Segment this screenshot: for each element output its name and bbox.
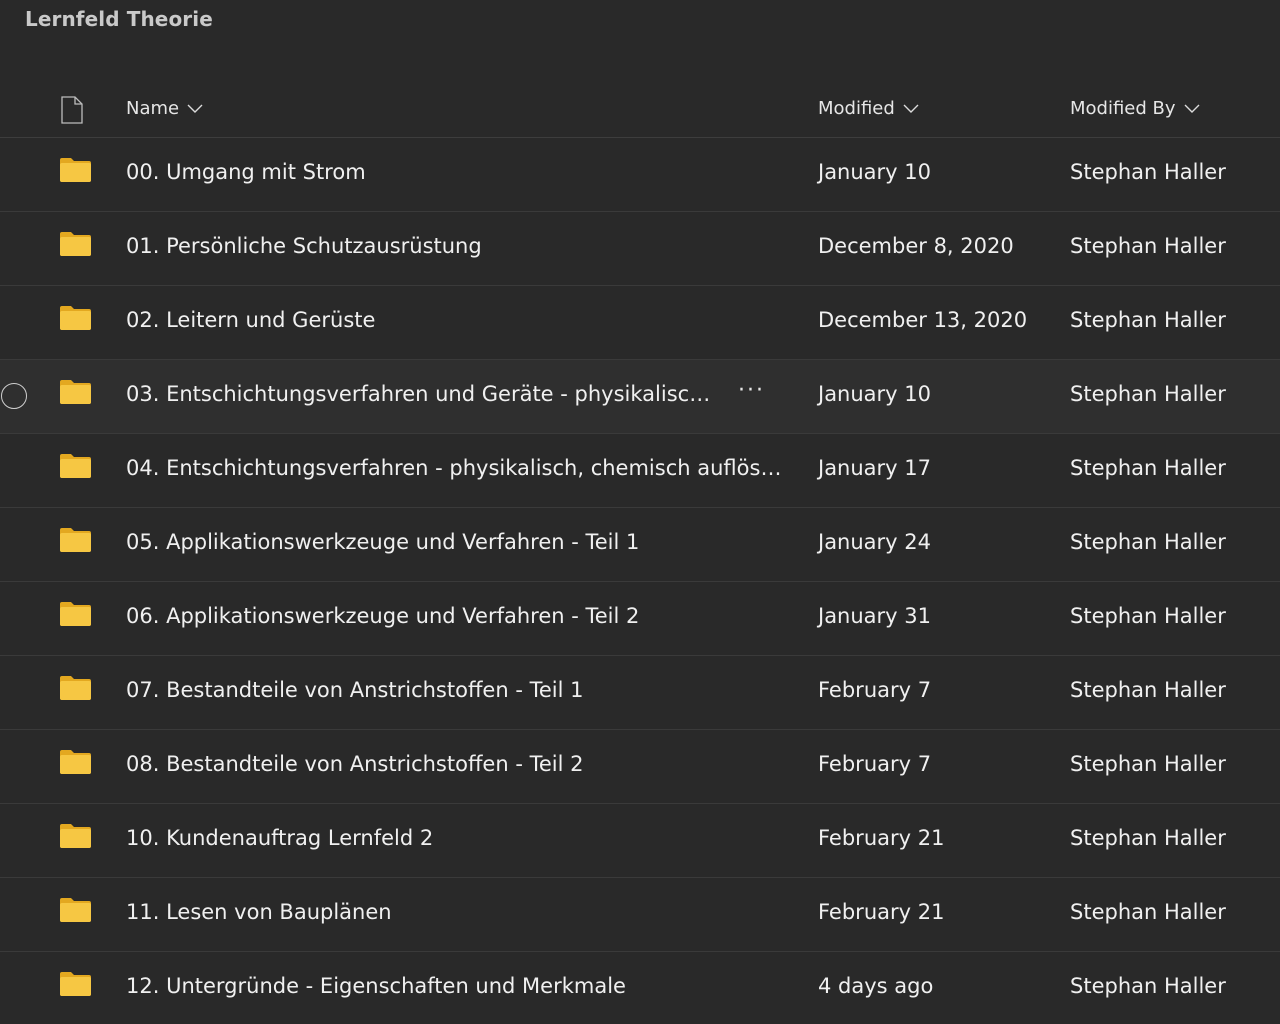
folder-icon [60,528,91,552]
file-list-page: Lernfeld Theorie Name Modified Modified … [0,0,1280,1024]
chevron-down-icon [1184,104,1200,113]
column-header-name-label: Name [126,98,180,119]
table-row[interactable]: 02. Leitern und Gerüste December 13, 202… [0,286,1280,360]
row-modified-by[interactable]: Stephan Haller [1070,678,1226,702]
row-modified-by[interactable]: Stephan Haller [1070,456,1226,480]
row-modified: December 13, 2020 [818,308,1028,332]
folder-icon [60,824,91,848]
file-list: 00. Umgang mit Strom January 10 Stephan … [0,138,1280,1024]
column-header-modified-by[interactable]: Modified By [1070,98,1200,119]
folder-icon [60,158,91,182]
folder-icon [60,380,91,404]
row-modified-by[interactable]: Stephan Haller [1070,234,1226,258]
table-row[interactable]: 12. Untergründe - Eigenschaften und Merk… [0,952,1280,1024]
table-row[interactable]: 11. Lesen von Bauplänen February 21 Step… [0,878,1280,952]
row-modified-by[interactable]: Stephan Haller [1070,900,1226,924]
row-modified-by[interactable]: Stephan Haller [1070,530,1226,554]
table-row[interactable]: 07. Bestandteile von Anstrichstoffen - T… [0,656,1280,730]
row-modified-by[interactable]: Stephan Haller [1070,604,1226,628]
row-modified-by[interactable]: Stephan Haller [1070,160,1226,184]
column-header-modified[interactable]: Modified [818,98,919,119]
table-row[interactable]: 01. Persönliche Schutzausrüstung Decembe… [0,212,1280,286]
table-row[interactable]: 03. Entschichtungsverfahren und Geräte -… [0,360,1280,434]
row-modified-by[interactable]: Stephan Haller [1070,826,1226,850]
row-modified-by[interactable]: Stephan Haller [1070,382,1226,406]
folder-icon [60,898,91,922]
row-name-link[interactable]: 04. Entschichtungsverfahren - physikalis… [126,456,786,480]
row-select-checkbox[interactable] [1,383,27,409]
column-header-modified-label: Modified [818,98,895,119]
row-modified: December 8, 2020 [818,234,1014,258]
row-name-link[interactable]: 01. Persönliche Schutzausrüstung [126,234,482,258]
row-name-link[interactable]: 05. Applikationswerkzeuge und Verfahren … [126,530,639,554]
table-row[interactable]: 06. Applikationswerkzeuge und Verfahren … [0,582,1280,656]
row-modified: January 31 [818,604,932,628]
folder-icon [60,972,91,996]
row-modified-by[interactable]: Stephan Haller [1070,308,1226,332]
row-modified: January 17 [818,456,932,480]
row-modified: February 7 [818,752,932,776]
row-name-link[interactable]: 00. Umgang mit Strom [126,160,366,184]
column-header-modified-by-label: Modified By [1070,98,1176,119]
row-name-link[interactable]: 06. Applikationswerkzeuge und Verfahren … [126,604,639,628]
row-name-link[interactable]: 03. Entschichtungsverfahren und Geräte -… [126,382,716,406]
row-name-link[interactable]: 10. Kundenauftrag Lernfeld 2 [126,826,433,850]
table-row[interactable]: 08. Bestandteile von Anstrichstoffen - T… [0,730,1280,804]
column-header-name[interactable]: Name [126,98,203,119]
folder-icon [60,750,91,774]
row-name-link[interactable]: 12. Untergründe - Eigenschaften und Merk… [126,974,626,998]
row-modified: January 24 [818,530,932,554]
row-modified: January 10 [818,382,932,406]
row-modified-by[interactable]: Stephan Haller [1070,752,1226,776]
row-modified: February 21 [818,826,945,850]
row-modified: February 7 [818,678,932,702]
row-name-link[interactable]: 08. Bestandteile von Anstrichstoffen - T… [126,752,583,776]
row-name-link[interactable]: 07. Bestandteile von Anstrichstoffen - T… [126,678,583,702]
table-row[interactable]: 10. Kundenauftrag Lernfeld 2 February 21… [0,804,1280,878]
folder-icon [60,232,91,256]
row-name-link[interactable]: 02. Leitern und Gerüste [126,308,375,332]
column-header-row: Name Modified Modified By [0,83,1280,138]
row-modified: February 21 [818,900,945,924]
table-row[interactable]: 04. Entschichtungsverfahren - physikalis… [0,434,1280,508]
page-title: Lernfeld Theorie [25,7,213,31]
row-name-link[interactable]: 11. Lesen von Bauplänen [126,900,392,924]
more-actions-button[interactable]: ··· [738,378,765,403]
folder-icon [60,454,91,478]
folder-icon [60,306,91,330]
row-modified: 4 days ago [818,974,934,998]
row-modified: January 10 [818,160,932,184]
folder-icon [60,676,91,700]
table-row[interactable]: 05. Applikationswerkzeuge und Verfahren … [0,508,1280,582]
row-modified-by[interactable]: Stephan Haller [1070,974,1226,998]
table-row[interactable]: 00. Umgang mit Strom January 10 Stephan … [0,138,1280,212]
chevron-down-icon [903,104,919,113]
chevron-down-icon [187,104,203,113]
folder-icon [60,602,91,626]
file-type-icon[interactable] [60,96,84,124]
